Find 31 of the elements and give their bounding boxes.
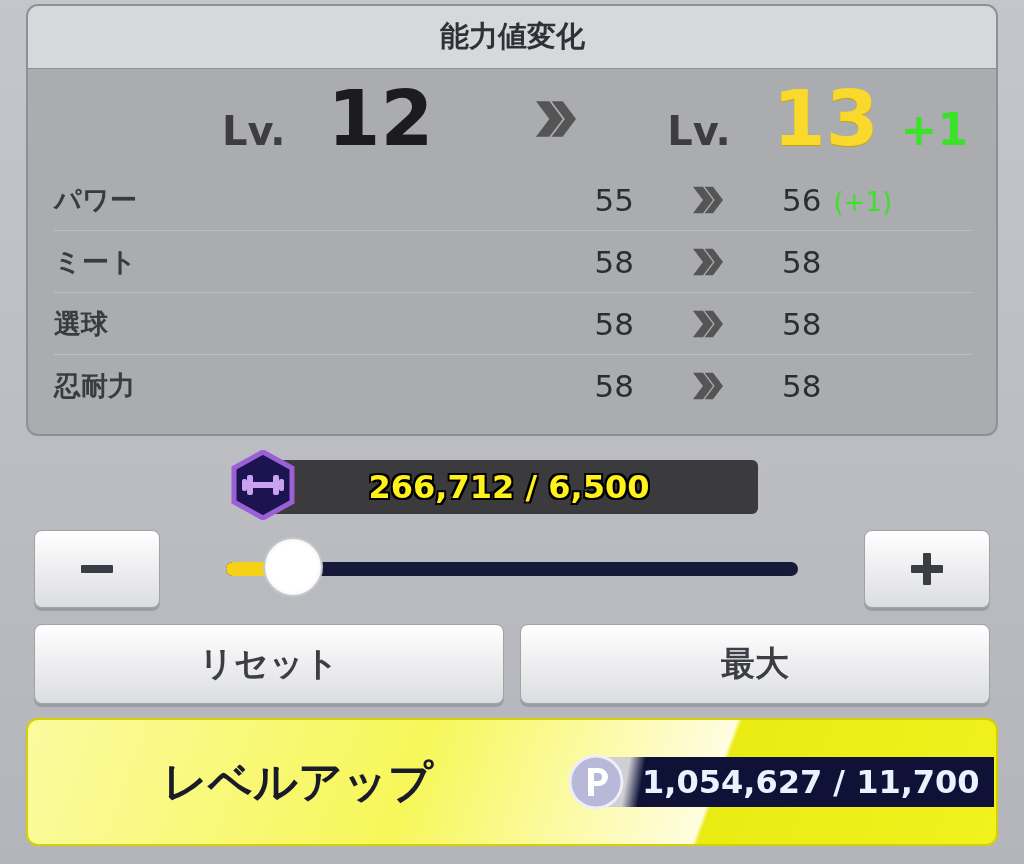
stat-value: 58 xyxy=(593,367,634,404)
increase-button[interactable] xyxy=(864,530,990,608)
stat-label: 選球 xyxy=(54,306,109,341)
stat-value: 58 xyxy=(782,243,822,280)
stat-value: 56 xyxy=(782,181,822,218)
stat-label: パワー xyxy=(54,182,138,217)
decrease-button[interactable] xyxy=(34,530,160,608)
stat-gain: (+1) xyxy=(833,186,893,217)
level-value: 13 xyxy=(772,81,879,157)
double-chevron-icon xyxy=(691,370,725,401)
stat-value: 58 xyxy=(782,367,822,404)
level-gain: +1 xyxy=(900,104,968,155)
double-chevron-icon xyxy=(691,184,725,215)
level-label: Lv. xyxy=(222,108,286,154)
double-chevron-icon xyxy=(691,246,725,277)
stat-value: 55 xyxy=(593,181,634,218)
stat-value: 58 xyxy=(593,305,634,342)
level-label: Lv. xyxy=(667,108,731,154)
level-up-label: レベルアップ xyxy=(162,754,435,809)
minus-icon xyxy=(79,565,115,573)
stat-value: 58 xyxy=(593,243,634,280)
stat-label: 忍耐力 xyxy=(54,368,136,403)
stat-label: ミート xyxy=(54,244,138,279)
level-value: 12 xyxy=(327,81,434,157)
stat-value: 58 xyxy=(782,305,822,342)
double-chevron-icon xyxy=(691,308,725,339)
level-up-button[interactable]: レベルアップ 1,054,627 / 11,700 xyxy=(26,718,998,846)
max-button[interactable]: 最大 xyxy=(520,624,990,704)
plus-icon xyxy=(909,551,945,587)
reset-button[interactable]: リセット xyxy=(34,624,504,704)
panel-title: 能力値変化 xyxy=(28,6,996,69)
